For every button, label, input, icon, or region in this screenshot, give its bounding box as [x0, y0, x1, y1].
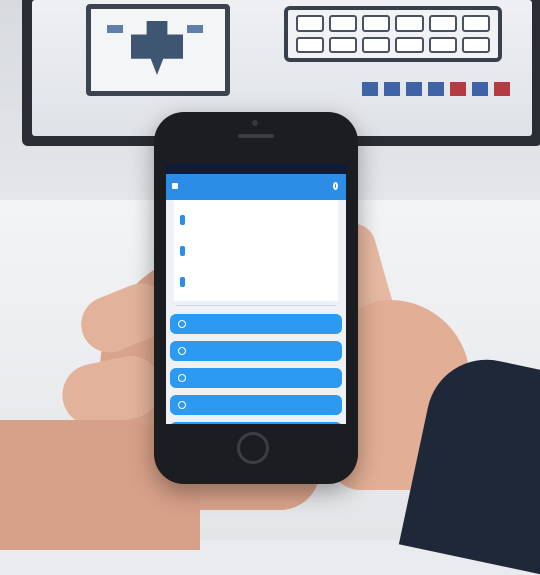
keypad-key: [395, 15, 424, 32]
action-button-list: [166, 314, 346, 424]
keypad-key: [329, 15, 358, 32]
keypad-key: [395, 36, 424, 53]
total-balance-row: [176, 305, 336, 310]
keypad-key: [296, 36, 325, 53]
flag-icon: [362, 82, 378, 96]
action-button[interactable]: [170, 368, 342, 388]
keypad-key: [428, 36, 457, 53]
smartphone: [154, 112, 358, 484]
home-button[interactable]: [237, 432, 269, 464]
deposit-icon: [178, 401, 186, 409]
flag-icon: [384, 82, 400, 96]
action-button[interactable]: [170, 422, 342, 424]
payment-icon: [178, 374, 186, 382]
phone-screen: [166, 164, 346, 424]
map-marker-icon: [187, 25, 203, 33]
flag-icon: [428, 82, 444, 96]
keypad-key: [362, 15, 391, 32]
account-icon: [180, 276, 185, 287]
action-button[interactable]: [170, 341, 342, 361]
account-icon: [180, 245, 185, 256]
front-camera-icon: [252, 120, 258, 126]
account-row[interactable]: [174, 266, 338, 297]
keypad-key: [461, 15, 490, 32]
monitor-map-panel: [86, 4, 230, 96]
app-header: [166, 174, 346, 200]
account-icon: [180, 214, 185, 225]
keypad-key: [428, 15, 457, 32]
keypad-key: [329, 36, 358, 53]
action-button[interactable]: [170, 314, 342, 334]
map-marker-icon: [107, 25, 123, 33]
flag-icon: [472, 82, 488, 96]
account-row[interactable]: [174, 204, 338, 235]
earpiece-speaker: [238, 134, 274, 138]
map-shape-icon: [131, 21, 183, 75]
flag-icon: [450, 82, 466, 96]
action-button[interactable]: [170, 395, 342, 415]
transfer-icon: [178, 347, 186, 355]
keypad-key: [461, 36, 490, 53]
monitor-keypad: [284, 6, 502, 62]
flag-icon: [494, 82, 510, 96]
account-row[interactable]: [174, 235, 338, 266]
action-icon: [178, 320, 186, 328]
flag-icon: [406, 82, 422, 96]
keypad-key: [296, 15, 325, 32]
account-list: [174, 200, 338, 301]
keypad-key: [362, 36, 391, 53]
refresh-icon[interactable]: [333, 182, 338, 190]
status-bar: [166, 164, 346, 174]
menu-icon[interactable]: [172, 183, 178, 189]
